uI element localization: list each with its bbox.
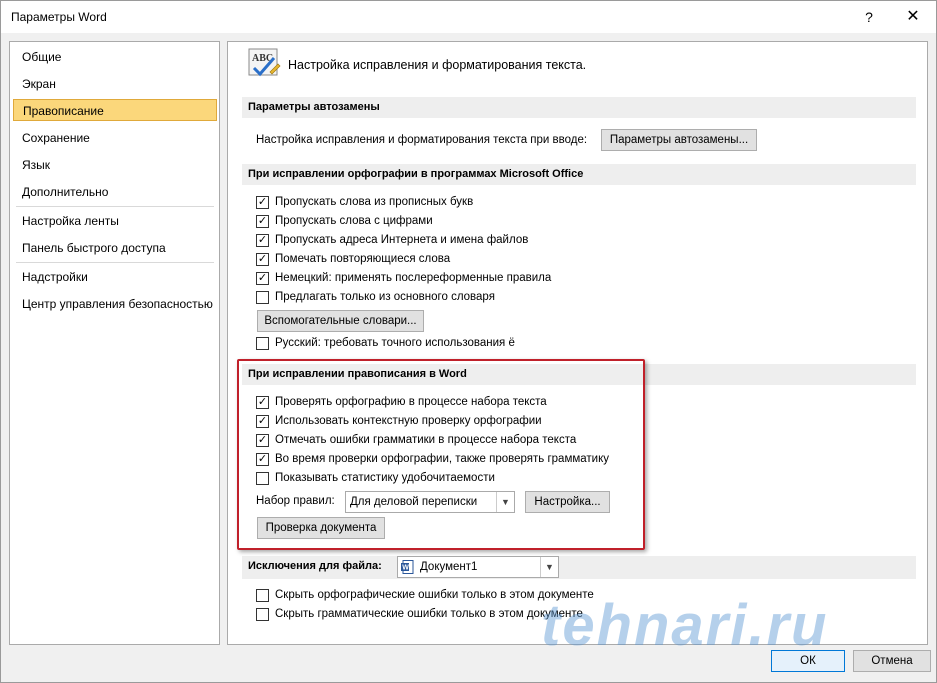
sidebar-item-display[interactable]: Экран (13, 73, 217, 95)
sidebar-item-save[interactable]: Сохранение (13, 127, 217, 149)
word-options-dialog: Параметры Word ? ✕ Общие Экран Правописа… (0, 0, 937, 683)
window-title: Параметры Word (11, 10, 107, 24)
chevron-down-icon: ▼ (540, 557, 558, 577)
checkbox-checked[interactable]: ✓ (256, 253, 269, 266)
sidebar-item-advanced[interactable]: Дополнительно (13, 181, 217, 203)
sidebar-item-language[interactable]: Язык (13, 154, 217, 176)
autocorrect-row-label: Настройка исправления и форматирования т… (256, 134, 588, 146)
section-office-spelling-header: При исправлении орфографии в программах … (242, 164, 916, 185)
checkbox-unchecked[interactable] (256, 337, 269, 350)
page-title: Настройка исправления и форматирования т… (288, 58, 587, 72)
exceptions-file-select[interactable]: W Документ1 ▼ (397, 556, 559, 578)
section-exceptions-header: Исключения для файла: (242, 556, 916, 579)
category-sidebar: Общие Экран Правописание Сохранение Язык… (9, 41, 220, 645)
checkbox-checked[interactable]: ✓ (256, 234, 269, 247)
word-document-icon: W (401, 560, 414, 574)
checkbox-checked[interactable]: ✓ (256, 272, 269, 285)
title-bar: Параметры Word ? ✕ (1, 1, 936, 33)
exceptions-label: Исключения для файла: (248, 560, 382, 572)
sidebar-item-general[interactable]: Общие (13, 46, 217, 68)
close-button[interactable]: ✕ (901, 5, 925, 29)
sidebar-item-proofing[interactable]: Правописание (13, 99, 217, 121)
sidebar-divider (16, 262, 214, 263)
sidebar-item-addins[interactable]: Надстройки (13, 266, 217, 288)
cancel-button[interactable]: Отмена (853, 650, 931, 672)
proofing-panel: ABC Настройка исправления и форматирован… (227, 41, 928, 645)
checkbox-checked[interactable]: ✓ (256, 196, 269, 209)
help-button[interactable]: ? (859, 7, 879, 27)
annotation-highlight-box (237, 359, 645, 550)
abc-proofing-icon: ABC (248, 48, 281, 77)
ok-button[interactable]: ОК (771, 650, 845, 672)
checkbox-unchecked[interactable] (256, 589, 269, 602)
sidebar-item-quick-access[interactable]: Панель быстрого доступа (13, 237, 217, 259)
custom-dictionaries-button[interactable]: Вспомогательные словари... (257, 310, 424, 332)
checkbox-unchecked[interactable] (256, 608, 269, 621)
site-watermark: tehnari.ru (541, 593, 829, 658)
section-autocorrect-header: Параметры автозамены (242, 97, 916, 118)
svg-text:W: W (402, 565, 409, 572)
sidebar-item-customize-ribbon[interactable]: Настройка ленты (13, 210, 217, 232)
sidebar-item-trust-center[interactable]: Центр управления безопасностью (13, 293, 217, 315)
checkbox-checked[interactable]: ✓ (256, 215, 269, 228)
checkbox-unchecked[interactable] (256, 291, 269, 304)
autocorrect-options-button[interactable]: Параметры автозамены... (601, 129, 757, 151)
sidebar-divider (16, 206, 214, 207)
